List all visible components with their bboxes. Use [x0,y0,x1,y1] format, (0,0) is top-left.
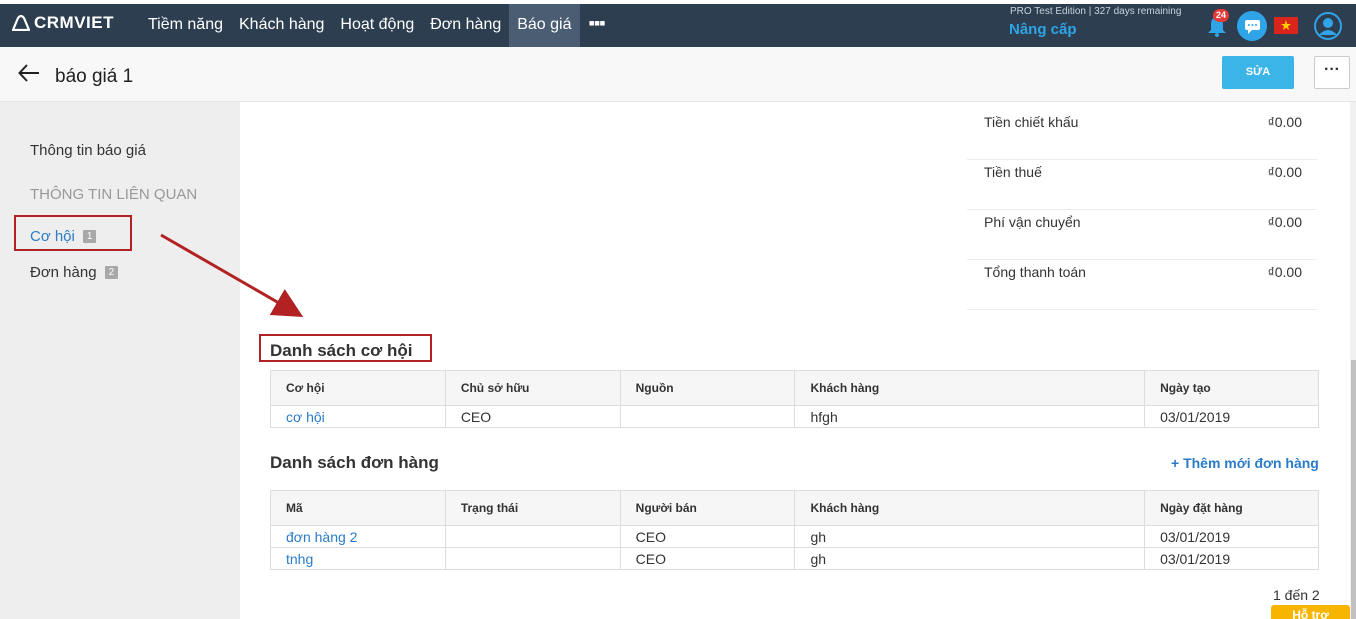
summary-row-total: Tổng thanh toán ₫0.00 [967,260,1317,310]
column-header[interactable]: Nguồn [619,370,796,406]
annotation-arrow [160,233,304,317]
notification-badge: 24 [1213,9,1230,22]
opportunities-title: Danh sách cơ hội [270,341,413,360]
orders-table: Mã Trạng thái Người bán Khách hàng Ngày … [270,490,1319,570]
upgrade-link[interactable]: Nâng cấp [1009,21,1077,38]
column-header[interactable]: Người bán [619,490,796,526]
column-header[interactable]: Trạng thái [444,490,621,526]
column-header[interactable]: Ngày đặt hàng [1144,490,1319,526]
support-button[interactable]: Hỗ trợ [1271,605,1350,619]
table-cell: CEO [619,547,796,570]
column-header[interactable]: Cơ hội [270,370,446,406]
table-row: đơn hàng 2 CEO gh 03/01/2019 [270,525,1319,548]
top-navbar: CRMVIET Tiềm năng Khách hàng Hoạt động Đ… [0,0,1356,47]
page-header: báo giá 1 SỬA ··· [0,47,1356,102]
page-title: báo giá 1 [55,66,134,87]
menu-item-activities[interactable]: Hoạt động [332,4,422,47]
back-arrow-icon[interactable] [18,63,40,83]
table-cell: hfgh [794,405,1146,428]
edit-button[interactable]: SỬA [1222,56,1294,89]
column-header[interactable]: Ngày tạo [1144,370,1319,406]
logo-icon [12,15,30,31]
count-badge: 2 [104,266,119,279]
opportunities-table: Cơ hội Chủ sở hữu Nguồn Khách hàng Ngày … [270,370,1319,428]
table-cell: gh [794,547,1146,570]
table-cell: gh [794,525,1146,548]
table-cell: CEO [619,525,796,548]
summary-label: Tổng thanh toán [984,264,1086,280]
summary-value: ₫0.00 [1267,264,1302,280]
table-cell [444,547,621,570]
table-row: cơ hội CEO hfgh 03/01/2019 [270,405,1319,428]
menu-item-customers[interactable]: Khách hàng [231,4,332,47]
summary-label: Tiền thuế [984,164,1042,180]
order-link[interactable]: đơn hàng 2 [270,525,446,548]
chat-bubble-icon [1245,20,1260,34]
summary-row-discount: Tiền chiết khấu ₫0.00 [967,110,1317,160]
table-row: tnhg CEO gh 03/01/2019 [270,547,1319,570]
chat-icon[interactable] [1237,11,1267,41]
logo[interactable]: CRMVIET [12,12,114,34]
menu-more-button[interactable]: ▪▪▪ [580,4,614,47]
sidebar-item-label: Đơn hàng [30,264,97,281]
column-header[interactable]: Khách hàng [794,490,1146,526]
edition-info: PRO Test Edition | 327 days remaining [1010,6,1182,17]
vietnam-flag-icon[interactable] [1274,17,1298,34]
order-link[interactable]: tnhg [270,547,446,570]
column-header[interactable]: Chủ sở hữu [444,370,621,406]
summary-row-tax: Tiền thuế ₫0.00 [967,160,1317,210]
sidebar: Thông tin báo giá THÔNG TIN LIÊN QUAN Cơ… [0,102,240,619]
pagination-info: 1 đến 2 [1273,587,1320,603]
summary-label: Tiền chiết khấu [984,114,1079,130]
logo-text: CRMVIET [34,13,114,32]
summary-value: ₫0.00 [1267,164,1302,180]
sidebar-item-quote-info[interactable]: Thông tin báo giá [30,142,146,159]
table-cell: 03/01/2019 [1144,525,1319,548]
sidebar-item-orders[interactable]: Đơn hàng 2 [30,264,119,281]
table-cell: 03/01/2019 [1144,405,1319,428]
opportunity-link[interactable]: cơ hội [270,405,446,428]
summary-value: ₫0.00 [1267,214,1302,230]
column-header[interactable]: Mã [270,490,446,526]
summary-value: ₫0.00 [1267,114,1302,130]
column-header[interactable]: Khách hàng [794,370,1146,406]
table-cell: CEO [444,405,621,428]
table-header-row: Mã Trạng thái Người bán Khách hàng Ngày … [270,490,1319,526]
more-actions-button[interactable]: ··· [1314,56,1350,89]
main-menu: Tiềm năng Khách hàng Hoạt động Đơn hàng … [140,4,614,47]
menu-item-leads[interactable]: Tiềm năng [140,4,231,47]
summary-label: Phí vận chuyển [984,214,1081,230]
table-header-row: Cơ hội Chủ sở hữu Nguồn Khách hàng Ngày … [270,370,1319,406]
summary-row-shipping: Phí vận chuyển ₫0.00 [967,210,1317,260]
menu-item-quotes[interactable]: Báo giá [509,4,580,47]
scrollbar-thumb[interactable] [1351,360,1356,619]
orders-title: Danh sách đơn hàng [270,453,439,472]
table-cell [619,405,796,428]
table-cell [444,525,621,548]
user-avatar-icon[interactable] [1314,12,1342,40]
menu-item-orders[interactable]: Đơn hàng [422,4,509,47]
highlight-box [14,215,132,251]
table-cell: 03/01/2019 [1144,547,1319,570]
add-order-link[interactable]: + Thêm mới đơn hàng [1171,455,1319,471]
sidebar-related-heading: THÔNG TIN LIÊN QUAN [30,186,198,203]
